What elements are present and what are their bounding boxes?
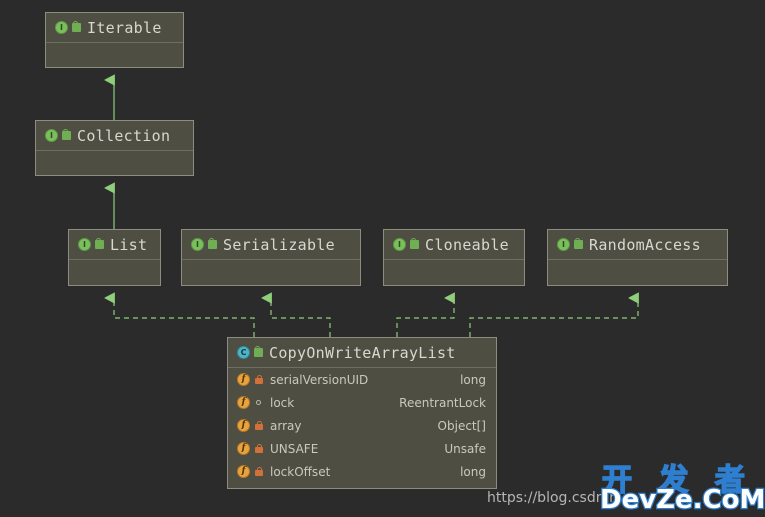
uml-node-field-list: f serialVersionUID long f lock Reentrant… [228, 367, 496, 517]
public-badge-icon [410, 238, 419, 249]
source-url-watermark: https://blog.csdn.n [487, 490, 618, 506]
uml-node-header: I RandomAccess [548, 230, 727, 259]
uml-node-header: I Cloneable [384, 230, 524, 259]
uml-node-serializable[interactable]: I Serializable [181, 229, 361, 286]
uml-node-header: I Serializable [182, 230, 360, 259]
field-name: lock [270, 395, 295, 410]
package-circle-icon [255, 398, 263, 407]
private-lock-icon [255, 467, 263, 476]
uml-node-title: Cloneable [425, 235, 509, 254]
interface-icon: I [45, 129, 58, 142]
interface-icon: I [557, 238, 570, 251]
field-type: long [460, 372, 486, 387]
public-badge-icon [95, 238, 104, 249]
uml-node-members-empty [69, 259, 160, 315]
uml-node-list[interactable]: I List [68, 229, 161, 286]
uml-node-iterable[interactable]: I Iterable [45, 12, 184, 68]
public-badge-icon [254, 346, 263, 357]
field-type: long [460, 464, 486, 479]
field-name: array [270, 418, 302, 433]
public-badge-icon [62, 129, 71, 140]
uml-node-header: I Iterable [46, 13, 183, 42]
field-type: Unsafe [444, 441, 486, 456]
field-icon: f [237, 396, 250, 409]
field-icon: f [237, 442, 250, 455]
uml-node-title: CopyOnWriteArrayList [269, 343, 456, 362]
uml-node-header: I List [69, 230, 160, 259]
uml-node-title: RandomAccess [589, 235, 701, 254]
uml-node-copyonwritearraylist[interactable]: C CopyOnWriteArrayList f serialVersionUI… [227, 337, 497, 489]
uml-node-members-empty [46, 42, 183, 97]
field-type: ReentrantLock [399, 395, 486, 410]
uml-node-members-empty [182, 259, 360, 315]
brand-watermark-en: DevZe.CoM [599, 484, 765, 517]
table-row[interactable]: f UNSAFE Unsafe [228, 437, 496, 460]
field-name: serialVersionUID [270, 372, 369, 387]
private-lock-icon [255, 444, 263, 453]
private-lock-icon [255, 375, 263, 384]
uml-node-title: Collection [77, 126, 171, 145]
uml-node-title: Serializable [223, 235, 335, 254]
field-icon: f [237, 419, 250, 432]
field-type: Object[] [437, 418, 486, 433]
uml-class-diagram-canvas: I Iterable I Collection I List I Seriali… [0, 0, 765, 517]
field-name: UNSAFE [270, 441, 319, 456]
table-row[interactable]: f array Object[] [228, 414, 496, 437]
interface-icon: I [55, 21, 68, 34]
public-badge-icon [208, 238, 217, 249]
table-row[interactable]: f lock ReentrantLock [228, 391, 496, 414]
uml-node-members-empty [384, 259, 524, 315]
interface-icon: I [393, 238, 406, 251]
private-lock-icon [255, 421, 263, 430]
uml-node-header: C CopyOnWriteArrayList [228, 338, 496, 367]
uml-node-randomaccess[interactable]: I RandomAccess [547, 229, 728, 286]
public-badge-icon [72, 21, 81, 32]
field-icon: f [237, 373, 250, 386]
interface-icon: I [78, 238, 91, 251]
table-row[interactable]: f lockOffset long [228, 460, 496, 483]
field-name: lockOffset [270, 464, 331, 479]
public-badge-icon [574, 238, 583, 249]
uml-node-members-empty [36, 150, 193, 205]
interface-icon: I [191, 238, 204, 251]
uml-node-collection[interactable]: I Collection [35, 120, 194, 176]
class-icon: C [237, 346, 250, 359]
uml-node-header: I Collection [36, 121, 193, 150]
field-icon: f [237, 465, 250, 478]
uml-node-title: List [110, 235, 148, 254]
uml-node-cloneable[interactable]: I Cloneable [383, 229, 525, 286]
uml-node-title: Iterable [87, 18, 162, 37]
table-row[interactable]: f serialVersionUID long [228, 368, 496, 391]
uml-node-members-empty [548, 259, 727, 315]
